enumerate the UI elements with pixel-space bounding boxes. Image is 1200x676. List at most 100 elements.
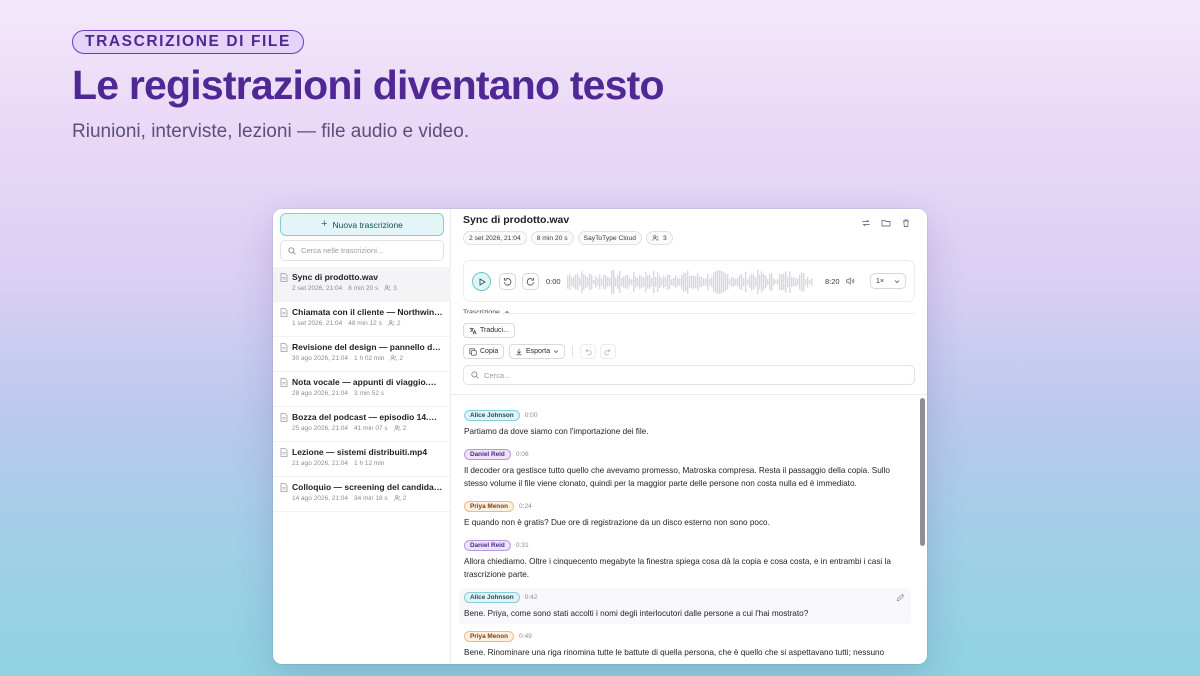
- list-item[interactable]: Sync di prodotto.wav 2 set 2026, 21:04 8…: [273, 267, 451, 302]
- redo-button[interactable]: [600, 344, 616, 359]
- list-item-duration: 34 min 18 s: [354, 495, 388, 502]
- trash-icon[interactable]: [901, 215, 911, 227]
- transcript-search[interactable]: [463, 365, 915, 385]
- waveform-bar: [761, 271, 763, 293]
- waveform-bar: [655, 277, 657, 287]
- segment-time[interactable]: 0:06: [516, 451, 529, 458]
- document-icon: [280, 482, 288, 492]
- transcript-segment[interactable]: Alice Johnson 0:42 Bene. Priya, come son…: [459, 588, 911, 624]
- speaker-tag[interactable]: Priya Menon: [464, 500, 514, 512]
- waveform-bar: [653, 270, 655, 294]
- waveform-bar: [569, 274, 571, 290]
- waveform-bar: [715, 271, 717, 293]
- list-item-date: 25 ago 2026, 21:04: [292, 425, 349, 432]
- list-item[interactable]: Colloquio — screening del candidato.m4a …: [273, 477, 451, 512]
- new-transcription-button[interactable]: + Nuova trascrizione: [280, 213, 444, 236]
- export-button[interactable]: Esporta: [509, 344, 566, 359]
- list-item[interactable]: Bozza del podcast — episodio 14.mp3 25 a…: [273, 407, 451, 442]
- transcript-segment[interactable]: Priya Menon 0:49 Bene. Rinominare una ri…: [459, 627, 911, 659]
- waveform-bar: [615, 277, 617, 287]
- list-item[interactable]: Revisione del design — pannello delle im…: [273, 337, 451, 372]
- list-item-date: 28 ago 2026, 21:04: [292, 390, 349, 397]
- waveform-scrubber[interactable]: [567, 269, 813, 295]
- waveform-bar: [705, 278, 707, 286]
- speaker-tag[interactable]: Priya Menon: [464, 630, 514, 642]
- waveform-bar: [763, 274, 765, 290]
- transcript-segment[interactable]: Alice Johnson 0:00 Partiamo da dove siam…: [459, 406, 911, 438]
- segment-text: Il decoder ora gestisce tutto quello che…: [464, 466, 890, 488]
- rewind-button[interactable]: [499, 273, 516, 290]
- waveform-bar: [683, 272, 685, 292]
- waveform-bar: [693, 275, 695, 289]
- volume-icon[interactable]: [845, 276, 855, 286]
- waveform-bar: [809, 280, 811, 284]
- list-item-title: Bozza del podcast — episodio 14.mp3: [292, 412, 443, 422]
- waveform-bar: [793, 277, 795, 287]
- waveform-bar: [587, 277, 589, 287]
- transcript-search-input[interactable]: [484, 370, 904, 380]
- waveform-bar: [571, 277, 573, 287]
- speaker-tag[interactable]: Daniel Reid: [464, 539, 511, 551]
- waveform-bar: [591, 275, 593, 289]
- transcript-segment[interactable]: Priya Menon 0:24 E quando non è gratis? …: [459, 497, 911, 529]
- segment-text: E quando non è gratis? Due ore di regist…: [464, 518, 770, 527]
- waveform-bar: [767, 278, 769, 286]
- waveform-bar: [703, 278, 705, 286]
- document-icon: [280, 412, 288, 422]
- list-item-speakers: 2: [390, 355, 403, 362]
- sidebar-search-input[interactable]: [301, 246, 441, 255]
- list-item[interactable]: Chiamata con il cliente — Northwind.m4a …: [273, 302, 451, 337]
- waveform-bar: [647, 275, 649, 289]
- waveform-bar: [799, 274, 801, 290]
- segment-time[interactable]: 0:00: [525, 412, 538, 419]
- list-item-date: 14 ago 2026, 21:04: [292, 495, 349, 502]
- translate-button[interactable]: Traduci...: [463, 323, 515, 338]
- list-item[interactable]: Nota vocale — appunti di viaggio.m4a 28 …: [273, 372, 451, 407]
- waveform-bar: [623, 276, 625, 288]
- waveform-bar: [741, 274, 743, 290]
- segment-time[interactable]: 0:42: [525, 594, 538, 601]
- waveform-bar: [775, 280, 777, 284]
- waveform-bar: [751, 273, 753, 291]
- edit-icon[interactable]: [896, 593, 905, 602]
- list-item-duration: 3 min 52 s: [354, 390, 385, 397]
- undo-icon: [585, 348, 592, 355]
- waveform-bar: [663, 275, 665, 289]
- list-item-date: 21 ago 2026, 21:04: [292, 460, 349, 467]
- folder-icon[interactable]: [881, 215, 891, 227]
- waveform-bar: [745, 271, 747, 293]
- speaker-tag[interactable]: Daniel Reid: [464, 448, 511, 460]
- waveform-bar: [805, 279, 807, 285]
- speaker-tag[interactable]: Alice Johnson: [464, 409, 520, 421]
- forward-button[interactable]: [522, 273, 539, 290]
- transcript-scrollbar[interactable]: [920, 398, 925, 546]
- waveform-bar: [641, 276, 643, 288]
- transcript-segment[interactable]: Daniel Reid 0:31 Allora chiediamo. Oltre…: [459, 536, 911, 581]
- sidebar-search[interactable]: [280, 240, 444, 261]
- speed-select[interactable]: 1×: [870, 273, 906, 289]
- list-item-title: Colloquio — screening del candidato.m4a: [292, 482, 443, 492]
- segment-time[interactable]: 0:49: [519, 633, 532, 640]
- copy-button[interactable]: Copia: [463, 344, 505, 359]
- waveform-bar: [629, 278, 631, 286]
- list-item[interactable]: Lezione — sistemi distribuiti.mp4 21 ago…: [273, 442, 451, 477]
- waveform-bar: [585, 276, 587, 288]
- waveform-bar: [753, 274, 755, 290]
- waveform-bar: [607, 277, 609, 287]
- segment-time[interactable]: 0:24: [519, 503, 532, 510]
- speed-value: 1×: [876, 277, 884, 285]
- waveform-bar: [727, 274, 729, 290]
- copy-label: Copia: [480, 348, 499, 355]
- refresh-icon[interactable]: [861, 215, 871, 227]
- speaker-tag[interactable]: Alice Johnson: [464, 591, 520, 603]
- main-panel: Sync di prodotto.wav 2 set 2026, 21:04 8…: [451, 209, 927, 664]
- forward-icon: [526, 277, 535, 286]
- play-button[interactable]: [472, 272, 491, 291]
- transcript-segment[interactable]: Daniel Reid 0:06 Il decoder ora gestisce…: [459, 445, 911, 490]
- header-divider: [451, 394, 927, 395]
- undo-button[interactable]: [580, 344, 596, 359]
- app-window: + Nuova trascrizione Sync di prodotto.wa…: [273, 209, 927, 664]
- segment-text: Bene. Rinominare una riga rinomina tutte…: [464, 648, 885, 657]
- segment-time[interactable]: 0:31: [516, 542, 529, 549]
- waveform-bar: [643, 277, 645, 287]
